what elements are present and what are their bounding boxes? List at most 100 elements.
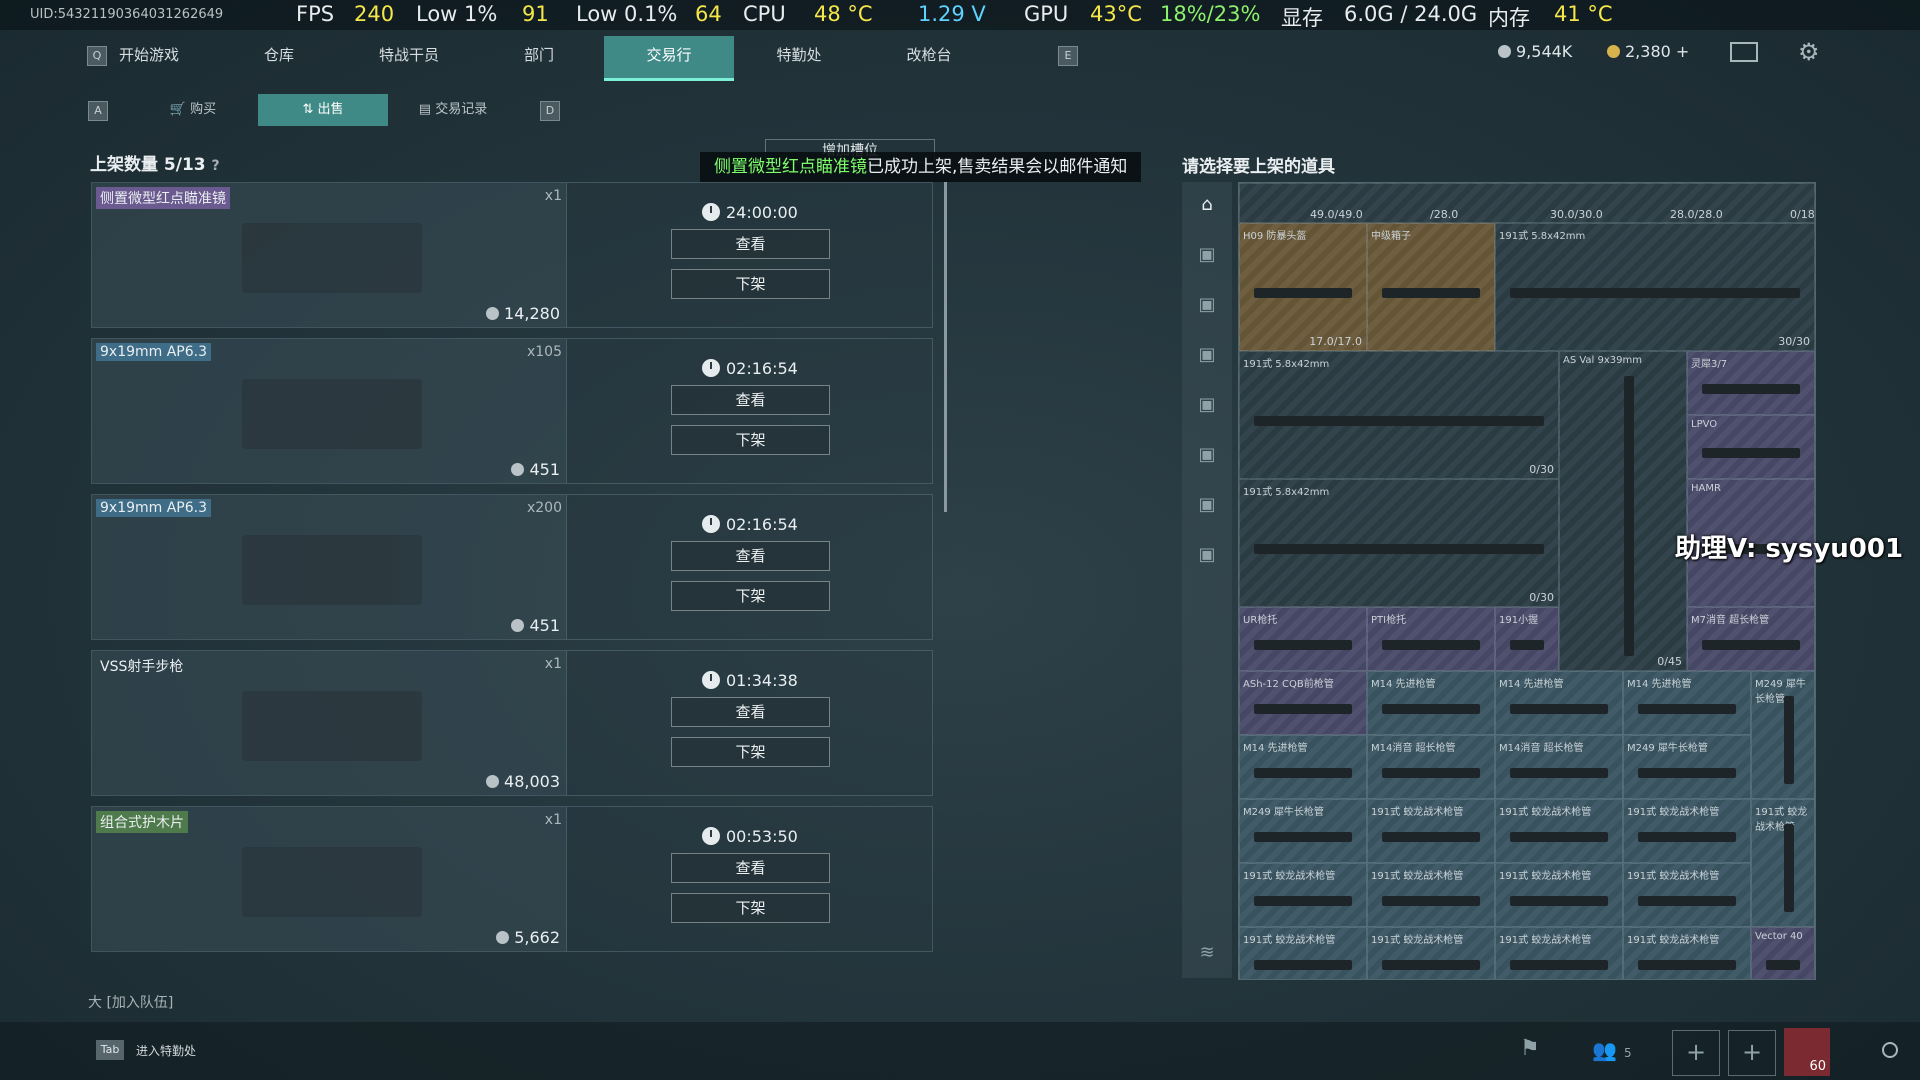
- view-button[interactable]: 查看: [671, 853, 830, 883]
- view-button[interactable]: 查看: [671, 229, 830, 259]
- inventory-item[interactable]: Vector 40: [1751, 927, 1815, 979]
- tab-trade-history[interactable]: ▤ 交易记录: [388, 94, 518, 126]
- item-count: 30/30: [1778, 335, 1810, 348]
- inventory-item[interactable]: M249 犀牛长枪管: [1623, 735, 1751, 799]
- silver-amount: 9,544K: [1516, 42, 1573, 61]
- inventory-item[interactable]: 191式 5.8x42mm 0/30: [1239, 351, 1559, 479]
- view-button[interactable]: 查看: [671, 697, 830, 727]
- inventory-item[interactable]: 191式 蛟龙战术枪管: [1751, 799, 1815, 927]
- tab-buy[interactable]: 🛒 购买: [128, 94, 258, 126]
- backpack-icon[interactable]: ⌂: [1195, 194, 1219, 218]
- item-label: 191式 蛟龙战术枪管: [1499, 935, 1592, 946]
- filter-icon-1[interactable]: ▣: [1195, 244, 1219, 268]
- inventory-item[interactable]: 191式 蛟龙战术枪管: [1367, 863, 1495, 927]
- item-label: 191式 蛟龙战术枪管: [1627, 807, 1720, 818]
- inventory-item[interactable]: 191式 蛟龙战术枪管: [1623, 927, 1751, 979]
- filter-icon-3[interactable]: ▣: [1195, 344, 1219, 368]
- inventory-item[interactable]: 灵犀3/7: [1687, 351, 1815, 415]
- gold-currency[interactable]: 2,380 +: [1607, 42, 1689, 61]
- remove-listing-button[interactable]: 下架: [671, 581, 830, 611]
- inventory-item[interactable]: AS Val 9x39mm 0/45: [1559, 351, 1687, 671]
- flag-icon[interactable]: ⚑: [1520, 1036, 1540, 1061]
- nav-item-1[interactable]: 仓库: [214, 36, 344, 78]
- success-toast: 侧置微型红点瞄准镜已成功上架,售卖结果会以邮件通知: [700, 152, 1142, 182]
- inventory-item[interactable]: M249 犀牛长枪管: [1751, 671, 1815, 799]
- filter-icon-7[interactable]: ▣: [1195, 544, 1219, 568]
- filter-icon-5[interactable]: ▣: [1195, 444, 1219, 468]
- inventory-item[interactable]: 191式 蛟龙战术枪管: [1239, 863, 1367, 927]
- add-friend-slot-2[interactable]: +: [1728, 1030, 1776, 1076]
- inventory-item[interactable]: H09 防暴头盔 17.0/17.0: [1239, 223, 1367, 351]
- mail-icon[interactable]: [1730, 42, 1758, 62]
- inventory-item[interactable]: UR枪托: [1239, 607, 1367, 671]
- nav-item-5[interactable]: 特勤处: [734, 36, 864, 78]
- avatar[interactable]: 60: [1784, 1028, 1830, 1076]
- clock-icon: [702, 515, 720, 533]
- filter-icon-4[interactable]: ▣: [1195, 394, 1219, 418]
- inventory-item[interactable]: 191式 蛟龙战术枪管: [1367, 927, 1495, 979]
- inventory-item[interactable]: 191式 蛟龙战术枪管: [1495, 927, 1623, 979]
- inventory-item[interactable]: M14 先进枪管: [1495, 671, 1623, 735]
- inventory-item[interactable]: M14 先进枪管: [1367, 671, 1495, 735]
- settings-target-icon[interactable]: [1882, 1042, 1898, 1058]
- gear-icon[interactable]: ⚙: [1798, 38, 1820, 66]
- view-button[interactable]: 查看: [671, 385, 830, 415]
- mem-temp: 41 °C: [1554, 2, 1613, 26]
- listing-qty: x200: [526, 500, 562, 516]
- listing-price-value: 14,280: [504, 304, 560, 323]
- nav-item-4[interactable]: 交易行: [604, 36, 734, 81]
- top-count: 30.0/30.0: [1550, 208, 1603, 221]
- nav-item-2[interactable]: 特战干员: [344, 36, 474, 78]
- inventory-item[interactable]: ASh-12 CQB前枪管: [1239, 671, 1367, 735]
- inventory-item[interactable]: PTI枪托: [1367, 607, 1495, 671]
- item-label: 191式 5.8x42mm: [1243, 487, 1330, 498]
- squad-icon[interactable]: 👥: [1592, 1038, 1617, 1062]
- inventory-item[interactable]: M7消音 超长枪管: [1687, 607, 1815, 671]
- nav-item-6[interactable]: 改枪台: [864, 36, 994, 78]
- remove-listing-button[interactable]: 下架: [671, 737, 830, 767]
- inventory-item[interactable]: M14消音 超长枪管: [1367, 735, 1495, 799]
- remove-listing-button[interactable]: 下架: [671, 269, 830, 299]
- item-label: H09 防暴头盔: [1243, 231, 1307, 242]
- inventory-item[interactable]: 191式 蛟龙战术枪管: [1239, 927, 1367, 979]
- tab-sell[interactable]: ⇅ 出售: [258, 94, 388, 126]
- inventory-item[interactable]: 191式 蛟龙战术枪管: [1495, 863, 1623, 927]
- help-icon[interactable]: ?: [212, 158, 220, 174]
- listings-scrollbar[interactable]: [944, 182, 947, 512]
- inventory-item[interactable]: 中级箱子: [1367, 223, 1495, 351]
- remove-listing-button[interactable]: 下架: [671, 425, 830, 455]
- layers-icon[interactable]: ≋: [1195, 942, 1219, 966]
- item-silhouette: [1638, 896, 1736, 906]
- listing-name: 侧置微型红点瞄准镜: [96, 187, 230, 209]
- inventory-item[interactable]: M14 先进枪管: [1239, 735, 1367, 799]
- remove-listing-button[interactable]: 下架: [671, 893, 830, 923]
- clock-icon: [702, 359, 720, 377]
- inventory-item[interactable]: 191式 5.8x42mm 0/30: [1239, 479, 1559, 607]
- view-button[interactable]: 查看: [671, 541, 830, 571]
- inventory-item[interactable]: 191式 5.8x42mm 30/30: [1495, 223, 1815, 351]
- item-image: [242, 223, 422, 293]
- enter-special-ops-label[interactable]: 进入特勤处: [136, 1042, 196, 1059]
- filter-icon-2[interactable]: ▣: [1195, 294, 1219, 318]
- inventory-item[interactable]: 191式 蛟龙战术枪管: [1495, 799, 1623, 863]
- inventory-item[interactable]: LPVO: [1687, 415, 1815, 479]
- nav-item-0[interactable]: 开始游戏: [84, 36, 214, 78]
- inventory-item[interactable]: M14消音 超长枪管: [1495, 735, 1623, 799]
- low1-label: Low 1%: [416, 2, 498, 26]
- inventory-item[interactable]: M14 先进枪管: [1623, 671, 1751, 735]
- join-team-text[interactable]: 大 [加入队伍]: [88, 992, 173, 1012]
- item-silhouette: [1702, 448, 1800, 458]
- inventory-item[interactable]: M249 犀牛长枪管: [1239, 799, 1367, 863]
- inventory-item[interactable]: 191小握: [1495, 607, 1559, 671]
- inventory-item[interactable]: 191式 蛟龙战术枪管: [1623, 799, 1751, 863]
- filter-icon-6[interactable]: ▣: [1195, 494, 1219, 518]
- inventory-item[interactable]: 191式 蛟龙战术枪管: [1623, 863, 1751, 927]
- add-friend-slot-1[interactable]: +: [1672, 1030, 1720, 1076]
- item-silhouette: [1382, 832, 1480, 842]
- inventory-item[interactable]: 191式 蛟龙战术枪管: [1367, 799, 1495, 863]
- listing-name: 组合式护木片: [96, 811, 188, 833]
- squad-count: 5: [1624, 1046, 1632, 1060]
- item-label: 191式 5.8x42mm: [1499, 231, 1586, 242]
- tab-sell-label: 出售: [317, 102, 344, 117]
- nav-item-3[interactable]: 部门: [474, 36, 604, 78]
